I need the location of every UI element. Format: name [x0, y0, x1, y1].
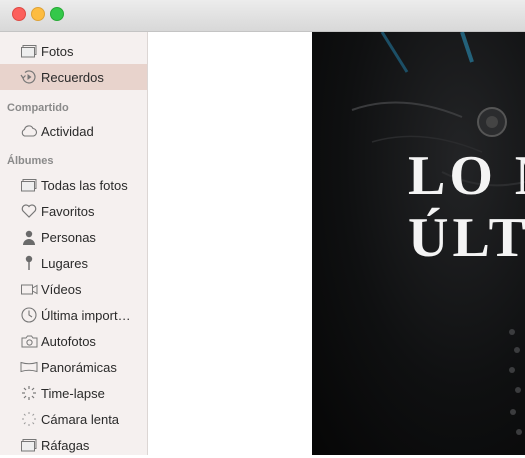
sidebar-item-label: Todas las fotos	[41, 177, 128, 193]
sidebar-item-label: Personas	[41, 229, 96, 245]
sidebar-item-camara-lenta[interactable]: Cámara lenta	[0, 406, 147, 432]
sidebar-item-fotos[interactable]: Fotos	[0, 38, 147, 64]
photos-icon	[18, 42, 40, 60]
sidebar-item-label: Panorámicas	[41, 359, 117, 375]
sidebar-item-label: Última import…	[41, 307, 131, 323]
sidebar-item-todas-las-fotos[interactable]: Todas las fotos	[0, 172, 147, 198]
sidebar-item-autofotos[interactable]: Autofotos	[0, 328, 147, 354]
sidebar-item-lugares[interactable]: Lugares	[0, 250, 147, 276]
sidebar-item-panoramicas[interactable]: Panorámicas	[0, 354, 147, 380]
sidebar-item-rafagas[interactable]: Ráfagas	[0, 432, 147, 458]
sidebar-item-recuerdos[interactable]: Recuerdos	[0, 64, 147, 90]
sidebar-item-personas[interactable]: Personas	[0, 224, 147, 250]
camera-icon	[18, 332, 40, 350]
minimize-window-button[interactable]	[31, 7, 45, 21]
content-area	[148, 32, 312, 455]
clock-icon	[18, 306, 40, 324]
memories-icon	[18, 68, 40, 86]
sidebar-item-time-lapse[interactable]: Time-lapse	[0, 380, 147, 406]
memory-title-line-2: ÚLT	[408, 207, 525, 269]
memory-title-line-1: LO M	[408, 145, 525, 207]
panorama-icon	[18, 358, 40, 376]
sidebar-item-favoritos[interactable]: Favoritos	[0, 198, 147, 224]
pin-icon	[18, 254, 40, 272]
sidebar-item-label: Autofotos	[41, 333, 96, 349]
maximize-window-button[interactable]	[50, 7, 64, 21]
slowmo-icon	[18, 410, 40, 428]
sidebar-item-videos[interactable]: Vídeos	[0, 276, 147, 302]
timelapse-icon	[18, 384, 40, 402]
sidebar-item-label: Cámara lenta	[41, 411, 120, 427]
person-icon	[18, 228, 40, 246]
sidebar-item-label: Fotos	[41, 43, 74, 59]
cloud-icon	[18, 122, 40, 140]
memory-title: LO M ÚLT	[408, 145, 525, 269]
close-window-button[interactable]	[12, 7, 26, 21]
video-icon	[18, 280, 40, 298]
burst-icon	[18, 436, 40, 454]
sidebar-item-actividad[interactable]: Actividad	[0, 118, 147, 144]
memory-cover-photo[interactable]: LO M ÚLT	[312, 32, 525, 455]
sidebar-item-label: Actividad	[41, 123, 94, 139]
sidebar-item-label: Recuerdos	[41, 69, 104, 85]
sidebar-item-label: Time-lapse	[41, 385, 105, 401]
sidebar-item-label: Favoritos	[41, 203, 95, 219]
section-header-albums: Álbumes	[7, 155, 54, 167]
sidebar-item-ultima-importacion[interactable]: Última import…	[0, 302, 147, 328]
title-bar	[0, 0, 525, 32]
heart-icon	[18, 202, 40, 220]
sidebar: Fotos Recuerdos Compartido Actividad Álb…	[0, 32, 148, 455]
album-icon	[18, 176, 40, 194]
sidebar-item-label: Ráfagas	[41, 437, 90, 453]
sidebar-item-label: Lugares	[41, 255, 88, 271]
sidebar-item-label: Vídeos	[41, 281, 82, 297]
section-header-shared: Compartido	[7, 102, 69, 114]
